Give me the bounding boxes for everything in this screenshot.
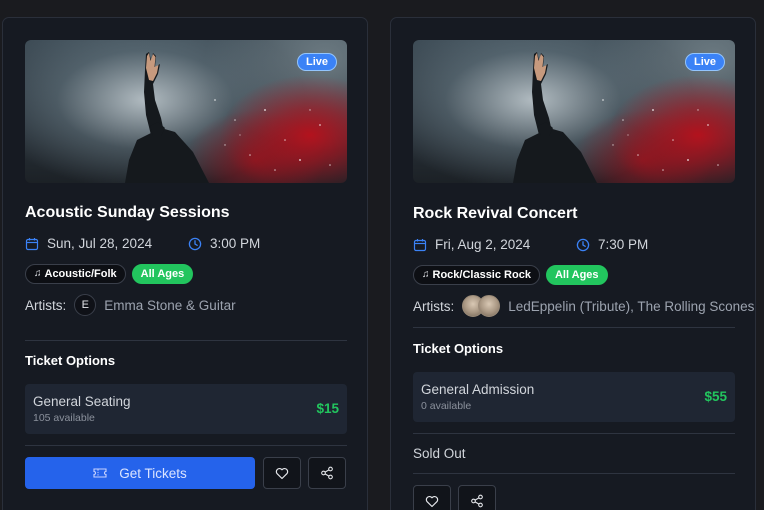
ticket-name: General Seating (33, 394, 131, 409)
share-icon (471, 494, 483, 508)
artist-avatar: E (74, 294, 97, 316)
music-note-icon: ♫ (422, 269, 430, 280)
ticket-options-title: Ticket Options (413, 341, 504, 356)
event-time: 7:30 PM (598, 237, 649, 252)
get-tickets-label: Get Tickets (119, 465, 187, 481)
artist-avatars (462, 295, 501, 317)
ticket-option[interactable]: General Admission 0 available $55 (413, 372, 735, 422)
ticket-price: $55 (704, 389, 727, 404)
live-badge: Live (296, 53, 337, 71)
ticket-availability: 0 available (421, 400, 472, 412)
genre-tag: ♫ Acoustic/Folk (25, 264, 126, 284)
divider (25, 340, 347, 341)
ticket-options-title: Ticket Options (25, 353, 116, 368)
event-datetime: Fri, Aug 2, 2024 7:30 PM (413, 237, 648, 252)
ticket-option[interactable]: General Seating 105 available $15 (25, 384, 347, 434)
event-datetime: Sun, Jul 28, 2024 3:00 PM (25, 236, 260, 251)
ticket-availability: 105 available (33, 412, 95, 424)
ticket-icon (93, 467, 107, 479)
share-button[interactable] (458, 485, 496, 510)
favorite-button[interactable] (263, 457, 301, 489)
event-card-acoustic[interactable]: Live Acoustic Sunday Sessions Sun, Jul 2… (2, 17, 368, 510)
live-badge: Live (684, 53, 725, 71)
divider (413, 433, 735, 434)
sold-out-label: Sold Out (413, 446, 466, 461)
clock-icon (188, 237, 202, 250)
ticket-name: General Admission (421, 382, 535, 397)
event-tags: ♫ Acoustic/Folk All Ages (25, 264, 194, 284)
event-date: Fri, Aug 2, 2024 (435, 237, 531, 252)
event-title: Rock Revival Concert (413, 205, 578, 222)
event-date: Sun, Jul 28, 2024 (47, 236, 153, 251)
artists-label: Artists: (25, 297, 67, 313)
get-tickets-button[interactable]: Get Tickets (25, 457, 255, 489)
event-tags: ♫ Rock/Classic Rock All Ages (413, 265, 608, 285)
divider (25, 445, 347, 446)
artist-names: LedEppelin (Tribute), The Rolling Scones (508, 298, 755, 314)
event-image[interactable]: Live (413, 40, 735, 183)
favorite-button[interactable] (413, 485, 451, 510)
artists-row: Artists: LedEppelin (Tribute), The Rolli… (413, 295, 754, 317)
artist-names: Emma Stone & Guitar (104, 297, 236, 313)
event-card-rock[interactable]: Live Rock Revival Concert Fri, Aug 2, 20… (390, 17, 756, 510)
share-button[interactable] (308, 457, 346, 489)
genre-tag: ♫ Rock/Classic Rock (413, 265, 540, 285)
calendar-icon (25, 237, 39, 250)
event-title: Acoustic Sunday Sessions (25, 204, 230, 221)
event-image[interactable]: Live (25, 40, 347, 183)
music-note-icon: ♫ (34, 268, 42, 279)
heart-icon (275, 467, 289, 479)
artist-avatar (478, 295, 501, 317)
artists-row: Artists: E Emma Stone & Guitar (25, 294, 236, 316)
calendar-icon (413, 238, 427, 251)
share-icon (321, 466, 333, 480)
clock-icon (576, 238, 590, 251)
divider (413, 327, 735, 328)
genre-label: Acoustic/Folk (44, 268, 117, 280)
ticket-price: $15 (316, 401, 339, 416)
heart-icon (425, 495, 439, 507)
event-time: 3:00 PM (210, 236, 261, 251)
artists-label: Artists: (413, 298, 455, 314)
divider (413, 473, 735, 474)
age-tag: All Ages (131, 264, 194, 284)
genre-label: Rock/Classic Rock (432, 269, 531, 281)
age-tag: All Ages (545, 265, 608, 285)
